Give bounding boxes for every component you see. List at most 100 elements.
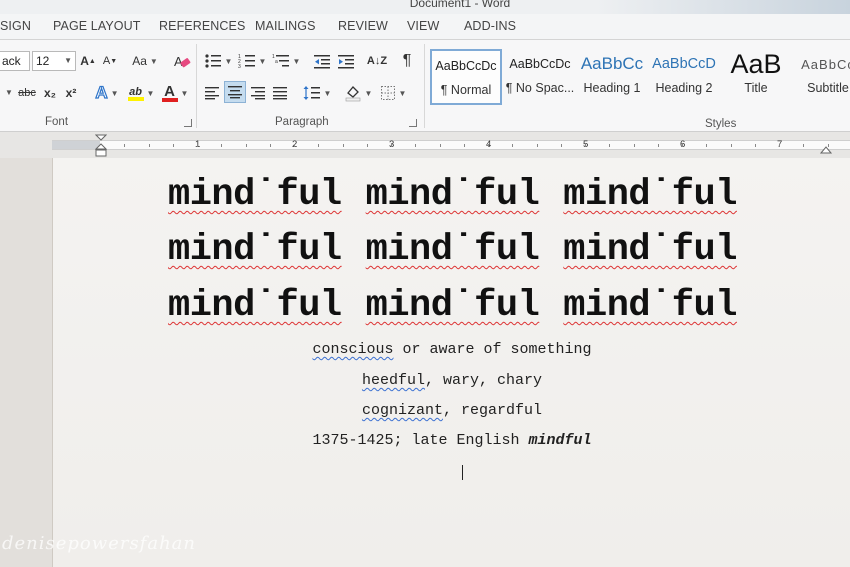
align-right-icon (251, 87, 265, 100)
font-color-button[interactable]: A ▼ (160, 82, 190, 104)
align-center-button[interactable] (224, 81, 246, 103)
ruler-tick (488, 144, 489, 147)
ruler-tick (706, 144, 708, 147)
ruler-tick (221, 144, 223, 147)
style-no-spacing[interactable]: AaBbCcDc ¶ No Spac... (504, 49, 576, 105)
eraser-icon: A (174, 54, 191, 69)
style-subtitle[interactable]: AaBbCc Subtitle (792, 49, 850, 105)
justify-icon (273, 87, 287, 100)
font-dialog-launcher-icon[interactable] (184, 119, 192, 127)
chevron-down-icon: ▼ (364, 88, 373, 98)
headline-row: mind˙ful mind˙ful mind˙ful (168, 229, 768, 271)
definition-line: cognizant, regardful (53, 402, 850, 419)
highlight-button[interactable]: ab ▼ (126, 82, 156, 104)
numbering-button[interactable]: 1 2 3 ▼ (237, 50, 267, 72)
styles-group-label: Styles (705, 118, 737, 130)
style-name: Title (744, 81, 768, 95)
style-sample: AaB (730, 48, 782, 79)
font-name-field[interactable]: ack (0, 51, 30, 71)
tab-mailings[interactable]: MAILINGS (255, 19, 316, 33)
watermark: denisepowersfahan (2, 533, 196, 554)
multilevel-list-button[interactable]: 1a ▼ (271, 50, 301, 72)
tab-references[interactable]: REFERENCES (159, 19, 245, 33)
document-page[interactable]: mind˙ful mind˙ful mind˙ful mind˙ful mind˙fu… (52, 158, 850, 567)
style-title[interactable]: AaB Title (720, 49, 792, 105)
ruler-tick (415, 144, 417, 147)
superscript-button[interactable]: x² (63, 82, 79, 104)
font-size-field[interactable]: 12 ▼ (32, 51, 76, 71)
ruler-tick (245, 144, 247, 147)
chevron-down-icon: ▼ (64, 56, 72, 65)
ruler-tick (318, 144, 320, 147)
tab-page-layout[interactable]: PAGE LAYOUT (53, 19, 140, 33)
right-indent-marker-icon[interactable] (820, 142, 832, 154)
definition-word: conscious (312, 341, 394, 358)
show-hide-button[interactable]: ¶ (397, 50, 417, 72)
tab-view[interactable]: VIEW (407, 19, 439, 33)
style-sample: AaBbCc (801, 56, 850, 72)
headline-row: mind˙ful mind˙ful mind˙ful (168, 285, 768, 327)
ribbon-tabs: SIGN PAGE LAYOUT REFERENCES MAILINGS REV… (0, 14, 850, 40)
ruler-tick (754, 144, 756, 147)
etymology-word: mindful (528, 432, 592, 449)
shading-button[interactable]: ▼ (342, 82, 374, 104)
justify-button[interactable] (270, 82, 290, 104)
align-center-icon (228, 86, 242, 99)
line-spacing-button[interactable]: ▼ (302, 82, 332, 104)
headline-word: mind˙ful (168, 174, 342, 216)
text-cursor (462, 465, 463, 480)
headline-word: mind˙ful (365, 174, 540, 216)
style-heading-1[interactable]: AaBbCc Heading 1 (576, 49, 648, 105)
decrease-indent-icon (314, 55, 330, 69)
strikethrough-button[interactable]: abc (15, 82, 39, 104)
style-name: Heading 2 (655, 81, 713, 95)
ruler-tick (657, 144, 659, 147)
definition-line: conscious or aware of something (53, 341, 850, 358)
ruler-tick (609, 144, 611, 147)
chevron-down-icon: ▼ (398, 88, 407, 98)
subscript-button[interactable]: x₂ (42, 82, 58, 104)
svg-text:a: a (275, 59, 278, 65)
borders-button[interactable]: ▼ (378, 82, 408, 104)
definition-word: heedful (361, 372, 425, 389)
headline-word: mind˙ful (168, 229, 342, 271)
align-right-button[interactable] (248, 82, 268, 104)
definition-text: or aware of something (393, 341, 592, 358)
style-heading-2[interactable]: AaBbCcD Heading 2 (648, 49, 720, 105)
style-name: ¶ Normal (440, 83, 492, 97)
definition-text: , regardful (442, 402, 543, 419)
style-name: ¶ No Spac... (505, 81, 575, 95)
decrease-indent-button[interactable] (312, 50, 332, 72)
definition-text: , wary, chary (424, 372, 543, 389)
ruler-tick (269, 144, 271, 147)
bullet-list-icon (204, 54, 221, 68)
clear-formatting-button[interactable]: A (171, 50, 193, 72)
group-divider (424, 44, 425, 128)
tab-design[interactable]: SIGN (0, 19, 31, 33)
change-case-button[interactable]: Aa ▼ (129, 50, 161, 72)
ruler-tick (439, 144, 441, 147)
document-canvas: mind˙ful mind˙ful mind˙ful mind˙ful mind˙fu… (0, 158, 850, 567)
horizontal-ruler[interactable]: 1 2 3 4 5 6 7 (0, 132, 850, 158)
font-color-icon: A (164, 82, 175, 100)
increase-indent-button[interactable] (336, 50, 356, 72)
headline-word: mind˙ful (563, 229, 737, 271)
tab-add-ins[interactable]: ADD-INS (464, 19, 516, 33)
shrink-font-button[interactable]: A ▼ (101, 50, 119, 72)
indent-marker-icon[interactable] (95, 134, 107, 158)
chevron-down-icon: ▼ (146, 88, 155, 98)
style-sample: AaBbCcDc (509, 57, 571, 71)
ruler-tick (124, 144, 126, 147)
text-effects-button[interactable]: A ▼ (93, 82, 121, 104)
chevron-down-icon: ▼ (292, 56, 301, 66)
grow-font-button[interactable]: A ▲ (79, 50, 97, 72)
paragraph-dialog-launcher-icon[interactable] (409, 119, 417, 127)
headline-word: mind˙ful (563, 285, 737, 327)
ruler-tick (585, 144, 586, 147)
align-left-button[interactable] (202, 82, 222, 104)
borders-icon (380, 86, 395, 100)
tab-review[interactable]: REVIEW (338, 19, 388, 33)
style-normal[interactable]: AaBbCcDc ¶ Normal (430, 49, 502, 105)
sort-button[interactable]: A↓Z (366, 50, 388, 72)
bullets-button[interactable]: ▼ (203, 50, 233, 72)
